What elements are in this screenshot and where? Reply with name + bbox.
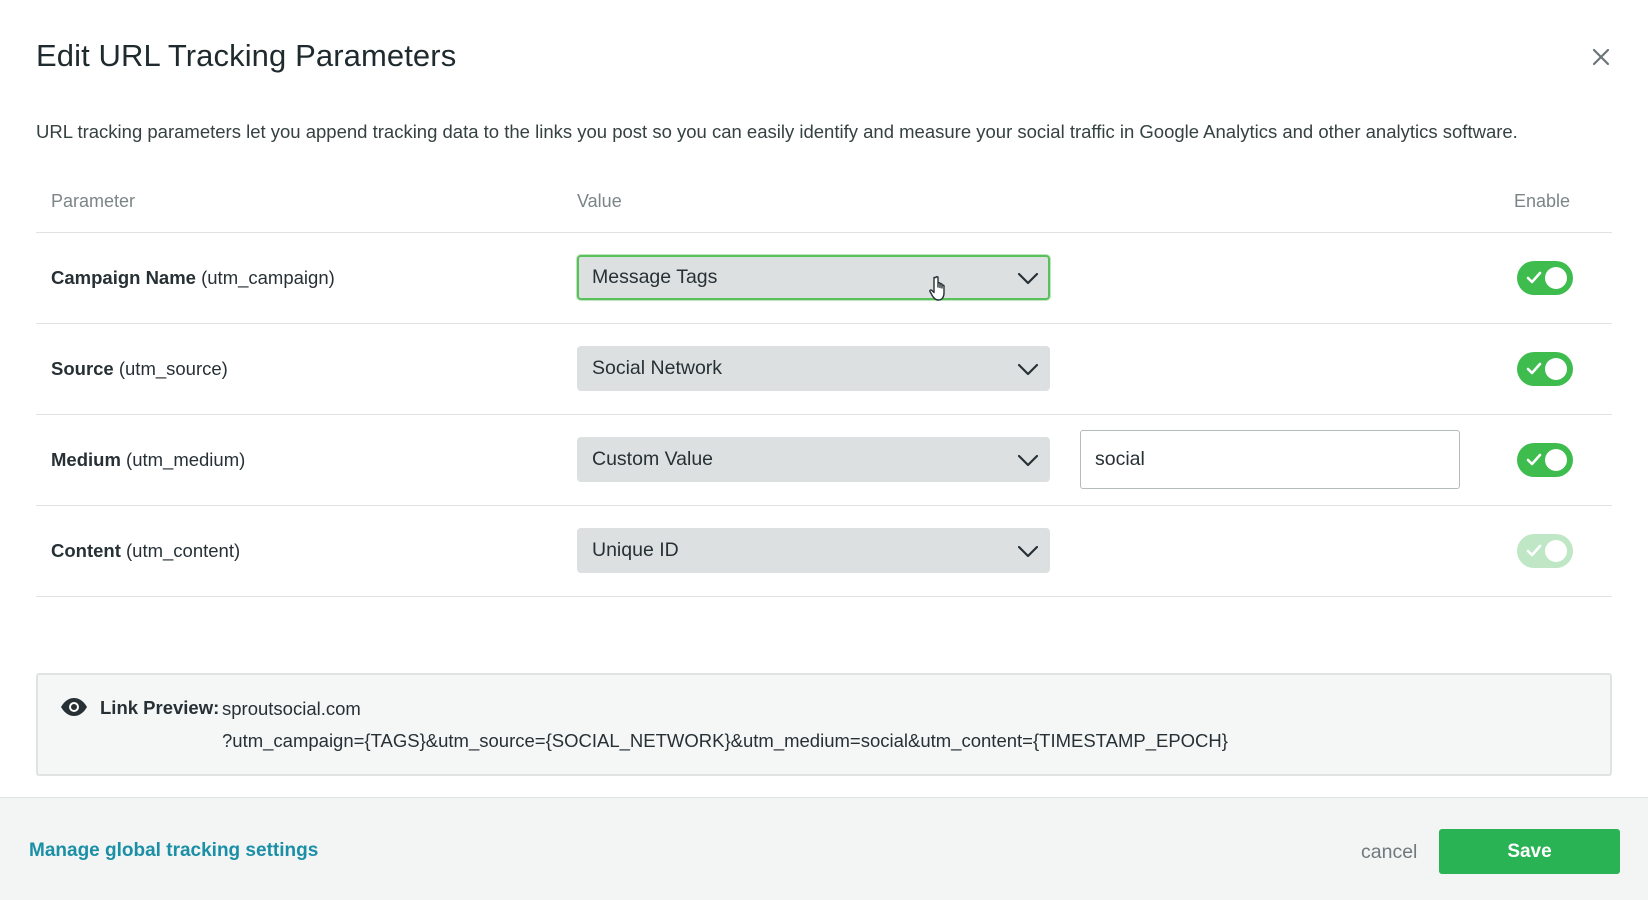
edit-url-tracking-modal: Edit URL Tracking Parameters URL trackin… <box>0 0 1648 900</box>
param-key: (utm_content) <box>126 540 241 561</box>
modal-title: Edit URL Tracking Parameters <box>36 38 457 73</box>
link-preview-box: Link Preview: sproutsocial.com ?utm_camp… <box>36 673 1612 776</box>
check-icon <box>1526 271 1542 284</box>
link-preview-label: Link Preview: <box>100 697 220 718</box>
manage-global-tracking-link[interactable]: Manage global tracking settings <box>29 840 318 862</box>
param-key: (utm_campaign) <box>201 267 335 288</box>
table-header: Parameter Value Enable <box>36 180 1612 233</box>
param-key: (utm_source) <box>118 358 228 379</box>
toggle-knob <box>1545 540 1567 562</box>
select-value: Unique ID <box>592 539 679 561</box>
table-row-source: Source (utm_source) Social Network <box>36 324 1612 415</box>
select-value: Message Tags <box>592 266 718 288</box>
close-button[interactable] <box>1588 44 1614 70</box>
param-label-source: Source (utm_source) <box>51 358 228 380</box>
link-preview-query: ?utm_campaign={TAGS}&utm_source={SOCIAL_… <box>222 730 1228 751</box>
content-enable-toggle[interactable] <box>1517 534 1573 568</box>
chevron-down-icon <box>1017 545 1039 558</box>
header-enable: Enable <box>1514 191 1571 211</box>
table-row-medium: Medium (utm_medium) Custom Value <box>36 415 1612 506</box>
tracking-parameters-table: Parameter Value Enable Campaign Name (ut… <box>36 180 1612 597</box>
save-button[interactable]: Save <box>1439 829 1620 874</box>
medium-enable-toggle[interactable] <box>1517 443 1573 477</box>
select-value: Custom Value <box>592 448 714 470</box>
toggle-knob <box>1545 449 1567 471</box>
check-icon <box>1526 453 1542 466</box>
table-row-campaign: Campaign Name (utm_campaign) Message Tag… <box>36 233 1612 324</box>
param-label-content: Content (utm_content) <box>51 540 240 562</box>
param-name: Source <box>51 358 114 379</box>
header-value: Value <box>577 191 622 211</box>
chevron-down-icon <box>1017 363 1039 376</box>
intro-text: URL tracking parameters let you append t… <box>36 121 1518 142</box>
chevron-down-icon <box>1017 272 1039 285</box>
campaign-value-select[interactable]: Message Tags <box>577 255 1050 300</box>
param-name: Content <box>51 540 121 561</box>
toggle-knob <box>1545 358 1567 380</box>
source-value-select[interactable]: Social Network <box>577 346 1050 391</box>
medium-custom-value-input[interactable] <box>1080 430 1460 489</box>
campaign-enable-toggle[interactable] <box>1517 261 1573 295</box>
check-icon <box>1526 362 1542 375</box>
select-value: Social Network <box>592 357 723 379</box>
source-enable-toggle[interactable] <box>1517 352 1573 386</box>
close-icon <box>1592 48 1610 66</box>
link-preview-domain: sproutsocial.com <box>222 698 361 719</box>
param-name: Campaign Name <box>51 267 196 288</box>
eye-icon <box>61 698 87 716</box>
header-parameter: Parameter <box>51 191 136 211</box>
param-label-campaign: Campaign Name (utm_campaign) <box>51 267 335 289</box>
check-icon <box>1526 544 1542 557</box>
param-name: Medium <box>51 449 121 470</box>
modal-footer: Manage global tracking settings cancel S… <box>0 797 1648 900</box>
chevron-down-icon <box>1017 454 1039 467</box>
table-row-content: Content (utm_content) Unique ID <box>36 506 1612 597</box>
content-value-select[interactable]: Unique ID <box>577 528 1050 573</box>
cancel-button[interactable]: cancel <box>1361 841 1417 864</box>
param-key: (utm_medium) <box>126 449 246 470</box>
medium-value-select[interactable]: Custom Value <box>577 437 1050 482</box>
toggle-knob <box>1545 267 1567 289</box>
param-label-medium: Medium (utm_medium) <box>51 449 245 471</box>
